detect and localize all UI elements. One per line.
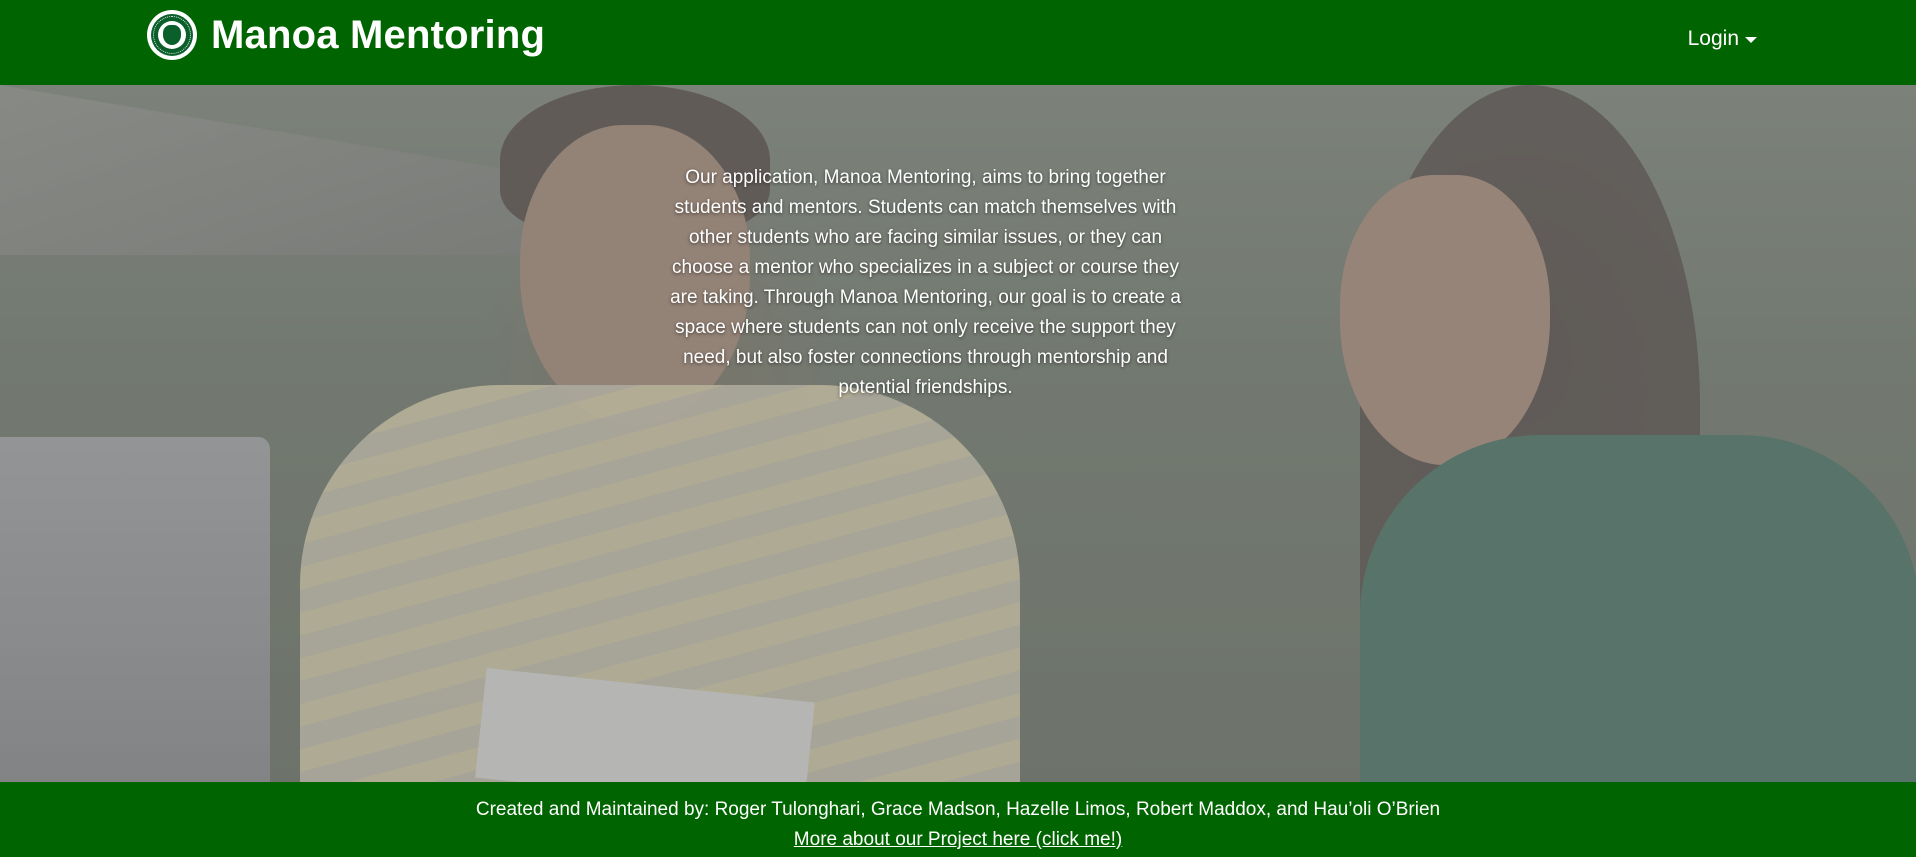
hero-description: Our application, Manoa Mentoring, aims t… [670,167,1181,398]
hero-section: Our application, Manoa Mentoring, aims t… [0,85,1916,782]
university-seal-icon [147,10,197,60]
footer-credits: Created and Maintained by: Roger Tulongh… [475,799,1441,820]
login-label: Login [1687,27,1739,50]
brand-title: Manoa Mentoring [211,12,546,57]
top-navbar: Manoa Mentoring Login [0,0,1916,85]
page-footer: Created and Maintained by: Roger Tulongh… [0,782,1916,857]
project-link[interactable]: More about our Project here (click me!) [794,829,1122,850]
login-dropdown[interactable]: Login [1688,27,1757,51]
caret-down-icon [1745,37,1757,43]
brand-link[interactable]: Manoa Mentoring [147,10,545,60]
